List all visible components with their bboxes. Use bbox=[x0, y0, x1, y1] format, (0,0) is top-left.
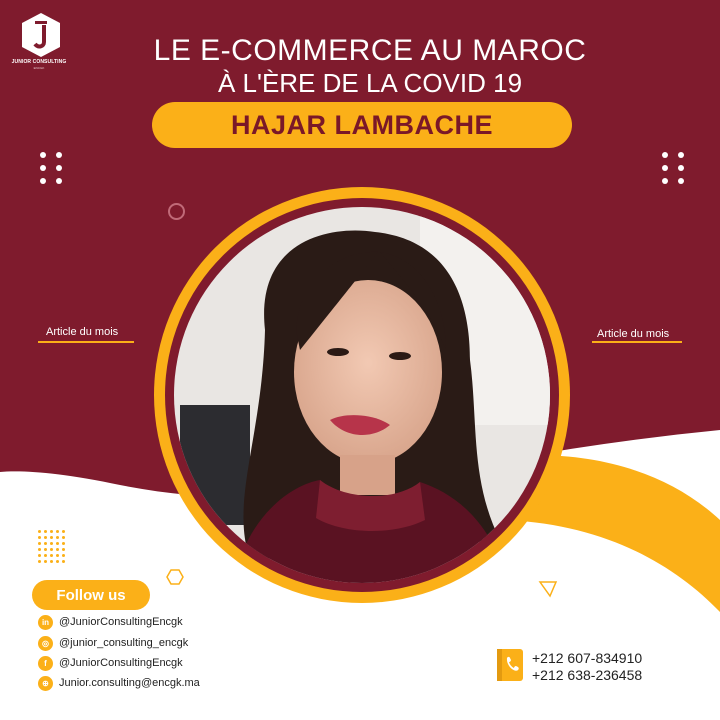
social-instagram[interactable]: ◎ @junior_consulting_encgk bbox=[38, 635, 188, 651]
triangle-decoration bbox=[538, 581, 558, 598]
phone-number-2[interactable]: +212 638-236458 bbox=[532, 667, 642, 683]
logo-brand-sub: ENCGK bbox=[33, 66, 45, 70]
dots-decoration-right bbox=[662, 152, 688, 188]
hexagon-decoration bbox=[166, 569, 184, 585]
logo-brand-name: JUNIOR CONSULTING bbox=[11, 59, 67, 65]
social-linkedin[interactable]: in @JuniorConsultingEncgk bbox=[38, 614, 183, 630]
social-handle: @JuniorConsultingEncgk bbox=[59, 616, 183, 628]
dots-decoration-left bbox=[40, 152, 66, 188]
social-email[interactable]: ⊕ Junior.consulting@encgk.ma bbox=[38, 675, 200, 691]
linkedin-icon: in bbox=[38, 614, 53, 630]
email-address: Junior.consulting@encgk.ma bbox=[59, 677, 200, 689]
title-line-2: À L'ÈRE DE LA COVID 19 bbox=[217, 68, 523, 98]
social-handle: @JuniorConsultingEncgk bbox=[59, 657, 183, 669]
title-line-1: LE E-COMMERCE AU MAROC bbox=[153, 34, 587, 67]
article-label-left: Article du mois bbox=[46, 326, 119, 338]
poster: JUNIOR CONSULTING ENCGK LE E-COMMERCE AU… bbox=[0, 0, 720, 720]
junior-consulting-logo bbox=[22, 13, 60, 57]
instagram-icon: ◎ bbox=[38, 635, 53, 651]
ring-decoration bbox=[168, 203, 185, 220]
facebook-icon: f bbox=[38, 655, 53, 671]
author-name-pill: HAJAR LAMBACHE bbox=[152, 102, 572, 148]
phone-book-icon bbox=[497, 649, 523, 681]
yellow-dots-decoration bbox=[38, 530, 66, 564]
follow-us-pill: Follow us bbox=[32, 580, 150, 610]
social-handle: @junior_consulting_encgk bbox=[59, 637, 189, 649]
article-underline-right bbox=[592, 341, 682, 343]
phone-number-1[interactable]: +212 607-834910 bbox=[532, 650, 642, 666]
author-name: HAJAR LAMBACHE bbox=[231, 109, 493, 140]
article-label-right: Article du mois bbox=[597, 328, 670, 340]
follow-us-label: Follow us bbox=[56, 586, 126, 604]
social-facebook[interactable]: f @JuniorConsultingEncgk bbox=[38, 655, 183, 671]
globe-icon: ⊕ bbox=[38, 675, 53, 691]
article-underline-left bbox=[38, 341, 134, 343]
